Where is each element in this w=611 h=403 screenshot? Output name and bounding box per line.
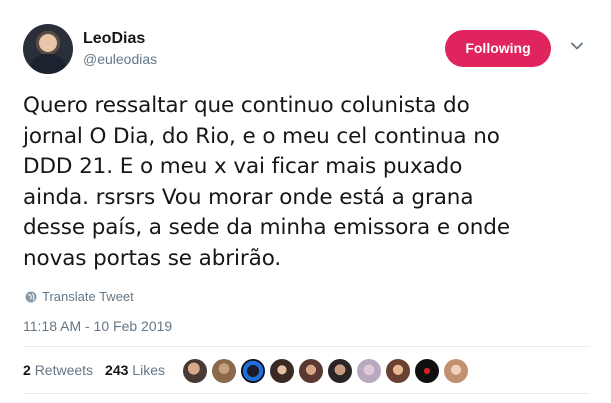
liker-avatar[interactable] — [211, 358, 237, 384]
liker-avatar[interactable] — [414, 358, 440, 384]
globe-icon — [25, 291, 37, 302]
tweet-text-line: desse país, a sede da minha emissora e o… — [23, 215, 510, 240]
display-name[interactable]: LeoDias — [83, 29, 157, 49]
likes-stat[interactable]: 243 Likes — [105, 362, 165, 378]
liker-avatar[interactable] — [327, 358, 353, 384]
translate-tweet-link[interactable]: Translate Tweet — [25, 289, 134, 304]
chevron-down-icon[interactable] — [569, 38, 585, 54]
liker-avatar[interactable] — [443, 358, 469, 384]
liker-avatar[interactable] — [385, 358, 411, 384]
tweet-header: LeoDias @euleodias Following — [23, 24, 595, 76]
tweet-text-line: novas portas se abrirão. — [23, 245, 282, 271]
liker-avatar[interactable] — [269, 358, 295, 384]
tweet-text-line: Quero ressaltar que continuo colunista d… — [23, 93, 470, 118]
likes-label: Likes — [132, 362, 165, 378]
retweets-stat[interactable]: 2 Retweets — [23, 362, 93, 378]
divider — [23, 346, 590, 347]
likes-count: 243 — [105, 362, 129, 378]
retweets-label: Retweets — [34, 362, 94, 378]
translate-label[interactable]: Translate Tweet — [42, 289, 134, 304]
tweet-timestamp[interactable]: 11:18 AM - 10 Feb 2019 — [23, 318, 172, 334]
likers-avatars — [182, 358, 469, 384]
tweet-stats: 2 Retweets 243 Likes — [23, 362, 165, 378]
tweet-text-line: ainda. rsrsrs Vou morar onde está a gran… — [23, 184, 474, 210]
liker-avatar[interactable] — [240, 358, 266, 384]
liker-avatar[interactable] — [356, 358, 382, 384]
tweet-text: Quero ressaltar que continuo colunista d… — [23, 91, 583, 274]
retweets-count: 2 — [23, 362, 31, 378]
avatar[interactable] — [23, 24, 73, 74]
user-handle[interactable]: @euleodias — [83, 49, 157, 69]
tweet-text-line: DDD 21. E o meu x vai ficar mais puxado — [23, 154, 463, 179]
liker-avatar[interactable] — [182, 358, 208, 384]
divider — [23, 393, 590, 394]
tweet-text-line: jornal O Dia, do Rio, e o meu cel contin… — [23, 123, 500, 149]
following-button[interactable]: Following — [445, 30, 551, 67]
liker-avatar[interactable] — [298, 358, 324, 384]
user-names: LeoDias @euleodias — [83, 29, 157, 69]
